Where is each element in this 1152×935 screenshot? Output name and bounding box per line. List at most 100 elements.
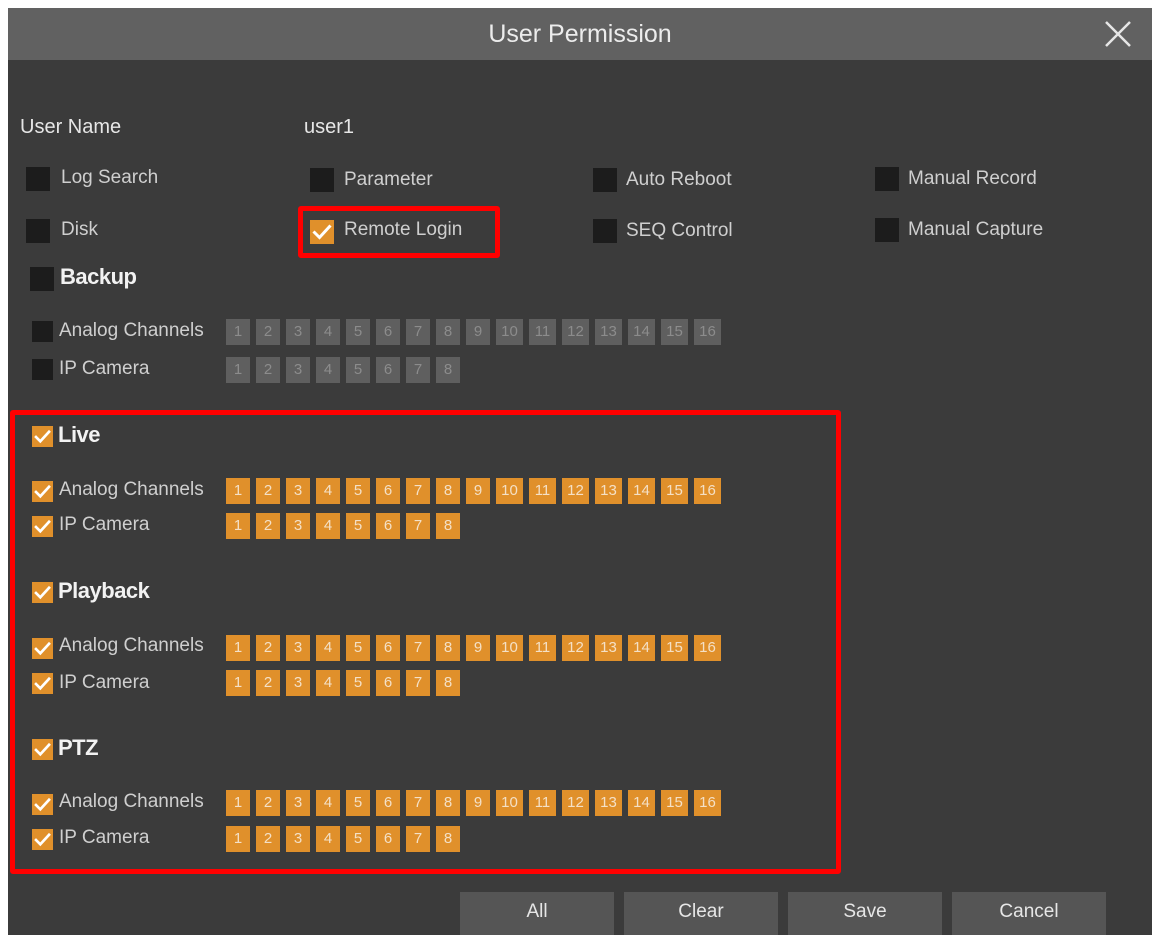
channel-8-toggle[interactable]: 8 — [436, 826, 460, 852]
playback-ip-camera-checkbox[interactable] — [32, 673, 53, 694]
channel-10-toggle[interactable]: 10 — [496, 635, 523, 661]
channel-11-toggle[interactable]: 11 — [529, 790, 556, 816]
channel-10-toggle[interactable]: 10 — [496, 319, 523, 345]
channel-1-toggle[interactable]: 1 — [226, 319, 250, 345]
channel-6-toggle[interactable]: 6 — [376, 513, 400, 539]
channel-9-toggle[interactable]: 9 — [466, 319, 490, 345]
channel-5-toggle[interactable]: 5 — [346, 319, 370, 345]
channel-1-toggle[interactable]: 1 — [226, 513, 250, 539]
channel-6-toggle[interactable]: 6 — [376, 478, 400, 504]
channel-1-toggle[interactable]: 1 — [226, 790, 250, 816]
channel-4-toggle[interactable]: 4 — [316, 319, 340, 345]
channel-7-toggle[interactable]: 7 — [406, 826, 430, 852]
channel-7-toggle[interactable]: 7 — [406, 513, 430, 539]
channel-8-toggle[interactable]: 8 — [436, 670, 460, 696]
channel-4-toggle[interactable]: 4 — [316, 826, 340, 852]
channel-8-toggle[interactable]: 8 — [436, 513, 460, 539]
channel-1-toggle[interactable]: 1 — [226, 478, 250, 504]
backup-analog-channels-checkbox[interactable] — [32, 321, 53, 342]
channel-4-toggle[interactable]: 4 — [316, 357, 340, 383]
channel-4-toggle[interactable]: 4 — [316, 635, 340, 661]
log-search-checkbox[interactable] — [26, 167, 50, 191]
manual-record-checkbox[interactable] — [875, 167, 899, 191]
channel-5-toggle[interactable]: 5 — [346, 635, 370, 661]
channel-3-toggle[interactable]: 3 — [286, 319, 310, 345]
channel-2-toggle[interactable]: 2 — [256, 790, 280, 816]
channel-4-toggle[interactable]: 4 — [316, 790, 340, 816]
channel-3-toggle[interactable]: 3 — [286, 790, 310, 816]
channel-2-toggle[interactable]: 2 — [256, 478, 280, 504]
live-ip-camera-checkbox[interactable] — [32, 516, 53, 537]
channel-15-toggle[interactable]: 15 — [661, 790, 688, 816]
channel-5-toggle[interactable]: 5 — [346, 357, 370, 383]
disk-checkbox[interactable] — [26, 219, 50, 243]
channel-2-toggle[interactable]: 2 — [256, 826, 280, 852]
backup-checkbox[interactable] — [30, 267, 54, 291]
close-icon[interactable] — [1098, 8, 1138, 60]
channel-8-toggle[interactable]: 8 — [436, 790, 460, 816]
channel-3-toggle[interactable]: 3 — [286, 513, 310, 539]
channel-7-toggle[interactable]: 7 — [406, 357, 430, 383]
channel-6-toggle[interactable]: 6 — [376, 826, 400, 852]
channel-2-toggle[interactable]: 2 — [256, 319, 280, 345]
channel-12-toggle[interactable]: 12 — [562, 478, 589, 504]
channel-4-toggle[interactable]: 4 — [316, 513, 340, 539]
channel-14-toggle[interactable]: 14 — [628, 790, 655, 816]
channel-6-toggle[interactable]: 6 — [376, 790, 400, 816]
channel-14-toggle[interactable]: 14 — [628, 478, 655, 504]
channel-12-toggle[interactable]: 12 — [562, 635, 589, 661]
channel-3-toggle[interactable]: 3 — [286, 357, 310, 383]
channel-12-toggle[interactable]: 12 — [562, 790, 589, 816]
channel-5-toggle[interactable]: 5 — [346, 478, 370, 504]
parameter-checkbox[interactable] — [310, 168, 334, 192]
channel-7-toggle[interactable]: 7 — [406, 635, 430, 661]
channel-13-toggle[interactable]: 13 — [595, 635, 622, 661]
channel-13-toggle[interactable]: 13 — [595, 790, 622, 816]
channel-8-toggle[interactable]: 8 — [436, 319, 460, 345]
channel-11-toggle[interactable]: 11 — [529, 635, 556, 661]
ptz-ip-camera-checkbox[interactable] — [32, 829, 53, 850]
channel-5-toggle[interactable]: 5 — [346, 826, 370, 852]
channel-11-toggle[interactable]: 11 — [529, 319, 556, 345]
channel-10-toggle[interactable]: 10 — [496, 478, 523, 504]
live-analog-channels-checkbox[interactable] — [32, 481, 53, 502]
channel-9-toggle[interactable]: 9 — [466, 635, 490, 661]
channel-5-toggle[interactable]: 5 — [346, 513, 370, 539]
channel-4-toggle[interactable]: 4 — [316, 670, 340, 696]
channel-1-toggle[interactable]: 1 — [226, 357, 250, 383]
channel-15-toggle[interactable]: 15 — [661, 635, 688, 661]
manual-capture-checkbox[interactable] — [875, 218, 899, 242]
save-button[interactable]: Save — [788, 892, 942, 935]
channel-14-toggle[interactable]: 14 — [628, 635, 655, 661]
clear-button[interactable]: Clear — [624, 892, 778, 935]
channel-15-toggle[interactable]: 15 — [661, 478, 688, 504]
channel-10-toggle[interactable]: 10 — [496, 790, 523, 816]
channel-9-toggle[interactable]: 9 — [466, 478, 490, 504]
channel-16-toggle[interactable]: 16 — [694, 319, 721, 345]
all-button[interactable]: All — [460, 892, 614, 935]
channel-6-toggle[interactable]: 6 — [376, 670, 400, 696]
channel-2-toggle[interactable]: 2 — [256, 635, 280, 661]
channel-1-toggle[interactable]: 1 — [226, 635, 250, 661]
playback-analog-channels-checkbox[interactable] — [32, 638, 53, 659]
channel-7-toggle[interactable]: 7 — [406, 790, 430, 816]
channel-4-toggle[interactable]: 4 — [316, 478, 340, 504]
seq-control-checkbox[interactable] — [593, 219, 617, 243]
channel-13-toggle[interactable]: 13 — [595, 319, 622, 345]
channel-16-toggle[interactable]: 16 — [694, 478, 721, 504]
cancel-button[interactable]: Cancel — [952, 892, 1106, 935]
channel-8-toggle[interactable]: 8 — [436, 635, 460, 661]
ptz-checkbox[interactable] — [32, 739, 53, 760]
channel-5-toggle[interactable]: 5 — [346, 790, 370, 816]
channel-3-toggle[interactable]: 3 — [286, 635, 310, 661]
channel-1-toggle[interactable]: 1 — [226, 826, 250, 852]
channel-2-toggle[interactable]: 2 — [256, 670, 280, 696]
channel-9-toggle[interactable]: 9 — [466, 790, 490, 816]
channel-7-toggle[interactable]: 7 — [406, 478, 430, 504]
channel-5-toggle[interactable]: 5 — [346, 670, 370, 696]
channel-3-toggle[interactable]: 3 — [286, 478, 310, 504]
channel-16-toggle[interactable]: 16 — [694, 635, 721, 661]
channel-8-toggle[interactable]: 8 — [436, 357, 460, 383]
channel-2-toggle[interactable]: 2 — [256, 513, 280, 539]
channel-11-toggle[interactable]: 11 — [529, 478, 556, 504]
